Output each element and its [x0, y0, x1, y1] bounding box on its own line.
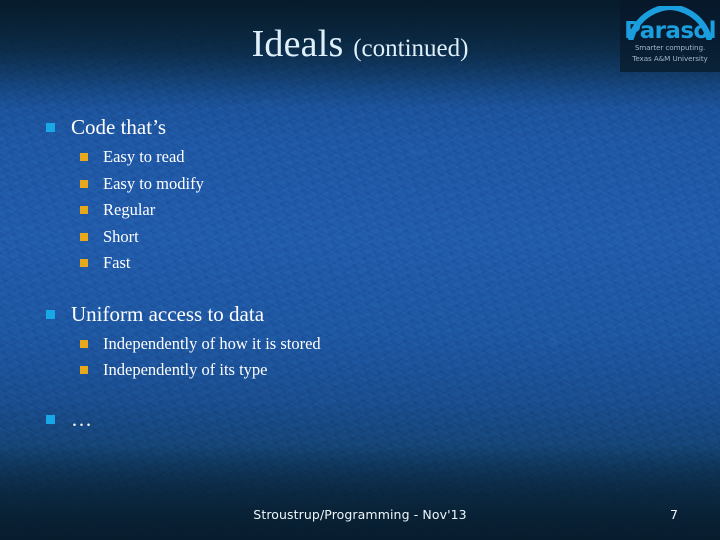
bullet-level2-label: Short [103, 226, 139, 246]
bullet-level1-code-thats: Code that’s [0, 112, 720, 142]
slide: Ideals (continued) Parasol Smarter compu… [0, 0, 720, 540]
square-bullet-icon [80, 339, 88, 348]
bullet-level2-label: Easy to modify [103, 173, 204, 193]
bullet-level2-label: Fast [103, 253, 131, 272]
bullet-level1-uniform-access-to-data: Uniform access to data [0, 299, 720, 329]
bullet-level2-label: Independently of how it is stored [103, 333, 321, 353]
footer-attribution: Stroustrup/Programming - Nov'13 [253, 507, 467, 522]
bullet-level1-label: Code that’s [71, 115, 167, 139]
slide-title: Ideals (continued) [0, 25, 720, 63]
bullet-level1-label: … [71, 406, 93, 431]
bullet-group-uniform-access: Uniform access to data Independently of … [0, 299, 720, 384]
bullet-level2-label: Easy to read [103, 147, 185, 166]
bullet-level2-independently-of-how-stored: Independently of how it is stored [0, 331, 720, 358]
slide-body: Code that’s Easy to read Easy to modify … [0, 112, 720, 436]
bullet-level1-label: Uniform access to data [71, 301, 265, 326]
bullet-level2-independently-of-its-type: Independently of its type [0, 357, 720, 384]
bullet-group-ellipsis: … [0, 404, 720, 434]
square-bullet-icon [80, 179, 88, 188]
parasol-tagline: Smarter computing. Texas A&M University [620, 43, 720, 64]
square-bullet-icon [46, 414, 55, 424]
slide-background-bottom-shade [0, 444, 720, 540]
square-bullet-icon [80, 259, 88, 267]
square-bullet-icon [80, 232, 88, 241]
square-bullet-icon [80, 153, 88, 161]
square-bullet-icon [46, 309, 55, 319]
parasol-tagline-line2: Texas A&M University [632, 53, 708, 63]
parasol-wordmark: Parasol [624, 18, 716, 44]
slide-title-main: Ideals [251, 23, 354, 65]
parasol-tagline-line1: Smarter computing. [634, 43, 706, 52]
square-bullet-icon [80, 206, 88, 214]
bullet-level2-fast: Fast [0, 250, 720, 277]
bullet-level2-regular: Regular [0, 197, 720, 224]
bullet-level2-label: Regular [103, 200, 156, 219]
slide-page-number: 7 [670, 507, 678, 522]
slide-title-subtitle: (continued) [353, 35, 469, 62]
square-bullet-icon [80, 366, 88, 374]
bullet-level2-short: Short [0, 224, 720, 251]
square-bullet-icon [46, 123, 55, 132]
bullet-level1-ellipsis: … [0, 404, 720, 434]
bullet-level2-easy-to-modify: Easy to modify [0, 171, 720, 198]
bullet-level2-easy-to-read: Easy to read [0, 144, 720, 171]
bullet-level2-label: Independently of its type [103, 360, 268, 379]
parasol-logo: Parasol Smarter computing. Texas A&M Uni… [620, 0, 720, 72]
bullet-group-code-thats: Code that’s Easy to read Easy to modify … [0, 112, 720, 277]
